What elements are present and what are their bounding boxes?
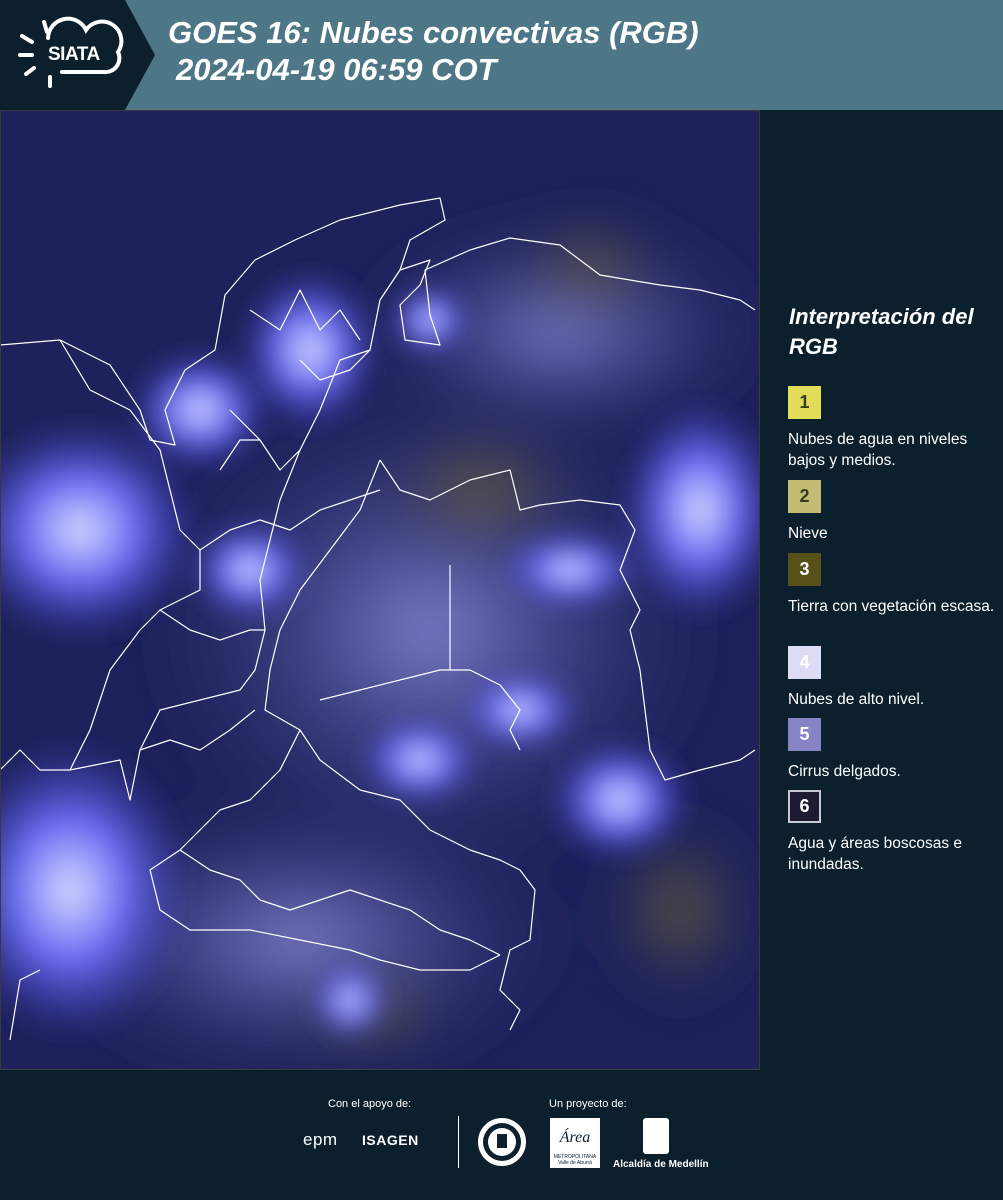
- header: SIATA GOES 16: Nubes convectivas (RGB) 2…: [0, 0, 1003, 110]
- area-metropolitana-logo[interactable]: Área METROPOLITANA Valle de Aburrá: [550, 1118, 600, 1168]
- legend-label: Nubes de agua en niveles bajos y medios.: [788, 431, 968, 469]
- legend-item-4: 4 Nubes de alto nivel.: [788, 646, 998, 710]
- medellin-seal-icon[interactable]: [478, 1118, 526, 1166]
- legend-item-6: 6 Agua y áreas boscosas e inundadas.: [788, 790, 998, 875]
- legend-item-1: 1 Nubes de agua en niveles bajos y medio…: [788, 386, 998, 471]
- alcaldia-logo-text[interactable]: Alcaldía de Medellín: [613, 1159, 709, 1170]
- legend-swatch: 4: [788, 646, 821, 679]
- legend-label: Nubes de alto nivel.: [788, 691, 925, 708]
- legend-swatch: 6: [788, 790, 821, 823]
- legend-swatch: 2: [788, 480, 821, 513]
- legend-item-2: 2 Nieve: [788, 480, 998, 544]
- rgb-composite-image: [0, 110, 760, 1070]
- legend-label: Tierra con vegetación escasa.: [788, 598, 995, 615]
- area-logo-subtext: METROPOLITANA Valle de Aburrá: [553, 1154, 597, 1166]
- divider: [458, 1116, 459, 1168]
- epm-logo[interactable]: epm: [303, 1130, 338, 1150]
- legend-item-3: 3 Tierra con vegetación escasa.: [788, 553, 998, 617]
- page-title: GOES 16: Nubes convectivas (RGB) 2024-04…: [168, 14, 699, 88]
- legend-label: Cirrus delgados.: [788, 763, 901, 780]
- title-product: GOES 16: Nubes convectivas (RGB): [168, 15, 699, 50]
- siata-logo[interactable]: SIATA: [0, 0, 155, 110]
- legend-panel: Interpretación del RGB 1 Nubes de agua e…: [762, 110, 1003, 1070]
- area-logo-text: Área: [559, 1129, 591, 1146]
- footer: Con el apoyo de: Un proyecto de: epm ISA…: [0, 1070, 1003, 1200]
- logo-text: SIATA: [48, 44, 100, 65]
- support-label: Con el apoyo de:: [328, 1098, 412, 1110]
- isagen-logo[interactable]: ISAGEN: [362, 1132, 419, 1148]
- satellite-map[interactable]: [0, 110, 760, 1070]
- legend-swatch: 5: [788, 718, 821, 751]
- title-timestamp: 2024-04-19 06:59 COT: [176, 52, 497, 87]
- legend-item-5: 5 Cirrus delgados.: [788, 718, 998, 782]
- legend-swatch: 1: [788, 386, 821, 419]
- project-label: Un proyecto de:: [549, 1098, 627, 1110]
- legend-label: Nieve: [788, 525, 828, 542]
- legend-title: Interpretación del RGB: [789, 304, 974, 359]
- legend-swatch: 3: [788, 553, 821, 586]
- legend-label: Agua y áreas boscosas e inundadas.: [788, 835, 963, 873]
- alcaldia-shield-icon: [643, 1118, 669, 1154]
